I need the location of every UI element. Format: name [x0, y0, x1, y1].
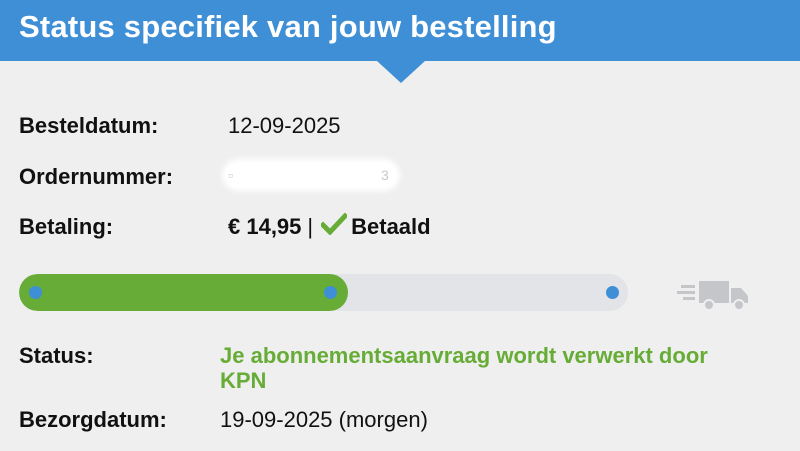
- progress-fill: [19, 274, 348, 311]
- delivery-date-value: 19-09-2025 (morgen): [220, 407, 428, 432]
- payment-separator: |: [307, 214, 314, 239]
- progress-step-3: [606, 286, 619, 299]
- status-label: Status:: [19, 343, 94, 368]
- page-title: Status specifiek van jouw bestelling: [19, 9, 557, 44]
- progress-track: [19, 274, 628, 311]
- order-number-redacted: ▫ 3: [226, 163, 396, 187]
- payment-value: € 14,95 | Betaald: [228, 212, 431, 241]
- order-date-label: Besteldatum:: [19, 113, 159, 138]
- truck-icon: [675, 277, 751, 318]
- delivery-date-label: Bezorgdatum:: [19, 407, 167, 432]
- check-icon: [319, 212, 351, 241]
- payment-status: Betaald: [351, 214, 431, 239]
- payment-amount: € 14,95: [228, 214, 302, 239]
- status-value: Je abonnementsaanvraag wordt verwerkt do…: [220, 343, 708, 393]
- order-date-value: 12-09-2025: [228, 113, 341, 138]
- status-header: Status specifiek van jouw bestelling: [0, 0, 800, 61]
- progress-step-1: [29, 286, 42, 299]
- header-pointer: [377, 61, 425, 83]
- progress-step-2: [324, 286, 337, 299]
- payment-label: Betaling:: [19, 214, 114, 239]
- order-number-label: Ordernummer:: [19, 164, 174, 189]
